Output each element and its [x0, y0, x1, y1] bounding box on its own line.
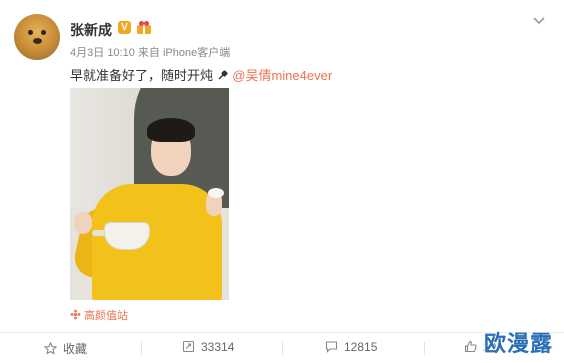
- weibo-post: 张新成 V 4月3日 10:10 来自 iPhone客户端 早就准备好了，随时开…: [0, 0, 564, 363]
- plug-emoji-icon: [218, 70, 228, 80]
- location-flower-icon: [70, 309, 81, 320]
- user-avatar[interactable]: [14, 14, 60, 60]
- photo-hand-left: [74, 212, 92, 234]
- favorite-button[interactable]: 收藏: [43, 340, 88, 357]
- username[interactable]: 张新成: [70, 20, 112, 40]
- post-time: 10:10: [107, 47, 135, 59]
- location-tag[interactable]: 高颜值站: [70, 307, 128, 323]
- post-meta: 4月3日 10:10 来自 iPhone客户端: [70, 44, 230, 60]
- post-text-content: 早就准备好了，随时开炖: [70, 68, 214, 83]
- verified-badge-icon: V: [118, 21, 131, 34]
- photo-hair: [147, 118, 195, 142]
- post-date[interactable]: 4月3日: [70, 47, 104, 59]
- action-separator: [424, 342, 425, 355]
- avatar-eye-right: [41, 30, 46, 35]
- gift-badge-icon: [137, 21, 151, 34]
- thumbs-up-icon: [464, 340, 477, 353]
- post-source: 来自 iPhone客户端: [137, 47, 231, 59]
- chevron-down-icon[interactable]: [532, 14, 546, 28]
- star-icon: [43, 341, 58, 355]
- repost-icon: [182, 340, 195, 353]
- photo-small-bowl: [208, 188, 224, 198]
- mention-link[interactable]: @吴倩mine4ever: [232, 68, 332, 83]
- action-bar: 收藏 33314 12815 20: [0, 333, 564, 363]
- photo-cooking-pot: [104, 222, 150, 250]
- comment-button[interactable]: 12815: [325, 340, 377, 354]
- repost-button[interactable]: 33314: [182, 340, 234, 354]
- avatar-eye-left: [28, 30, 33, 35]
- action-separator: [282, 342, 283, 355]
- location-label: 高颜值站: [84, 310, 128, 322]
- repost-count: 33314: [201, 340, 235, 354]
- favorite-label: 收藏: [63, 342, 88, 356]
- post-text: 早就准备好了，随时开炖 @吴倩mine4ever: [70, 65, 332, 84]
- comment-count: 12815: [344, 340, 378, 354]
- avatar-nose: [33, 38, 42, 44]
- comment-icon: [325, 341, 338, 353]
- site-watermark: 欧漫露: [484, 332, 554, 357]
- post-photo[interactable]: [70, 88, 229, 300]
- action-separator: [141, 342, 142, 355]
